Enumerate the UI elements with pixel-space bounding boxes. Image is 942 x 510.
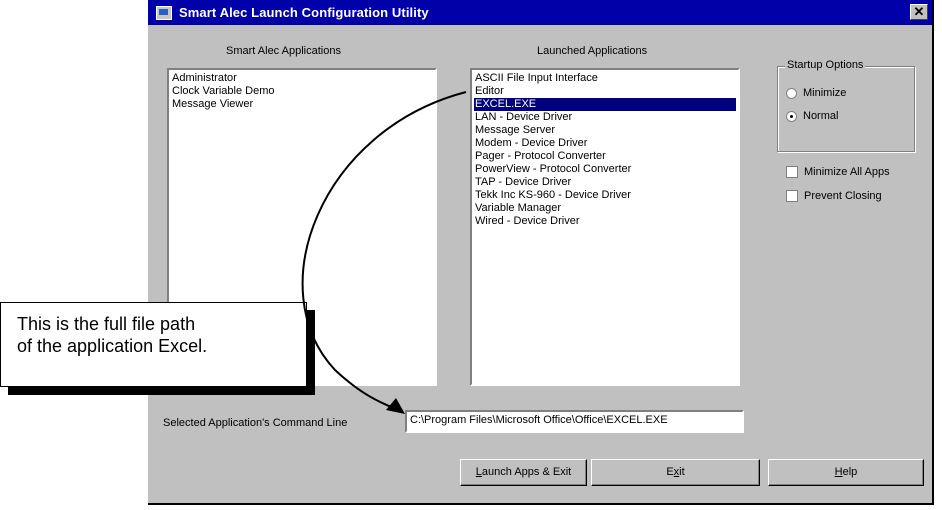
arrow-curve (301, 91, 467, 411)
arrow-pointer (301, 91, 467, 414)
